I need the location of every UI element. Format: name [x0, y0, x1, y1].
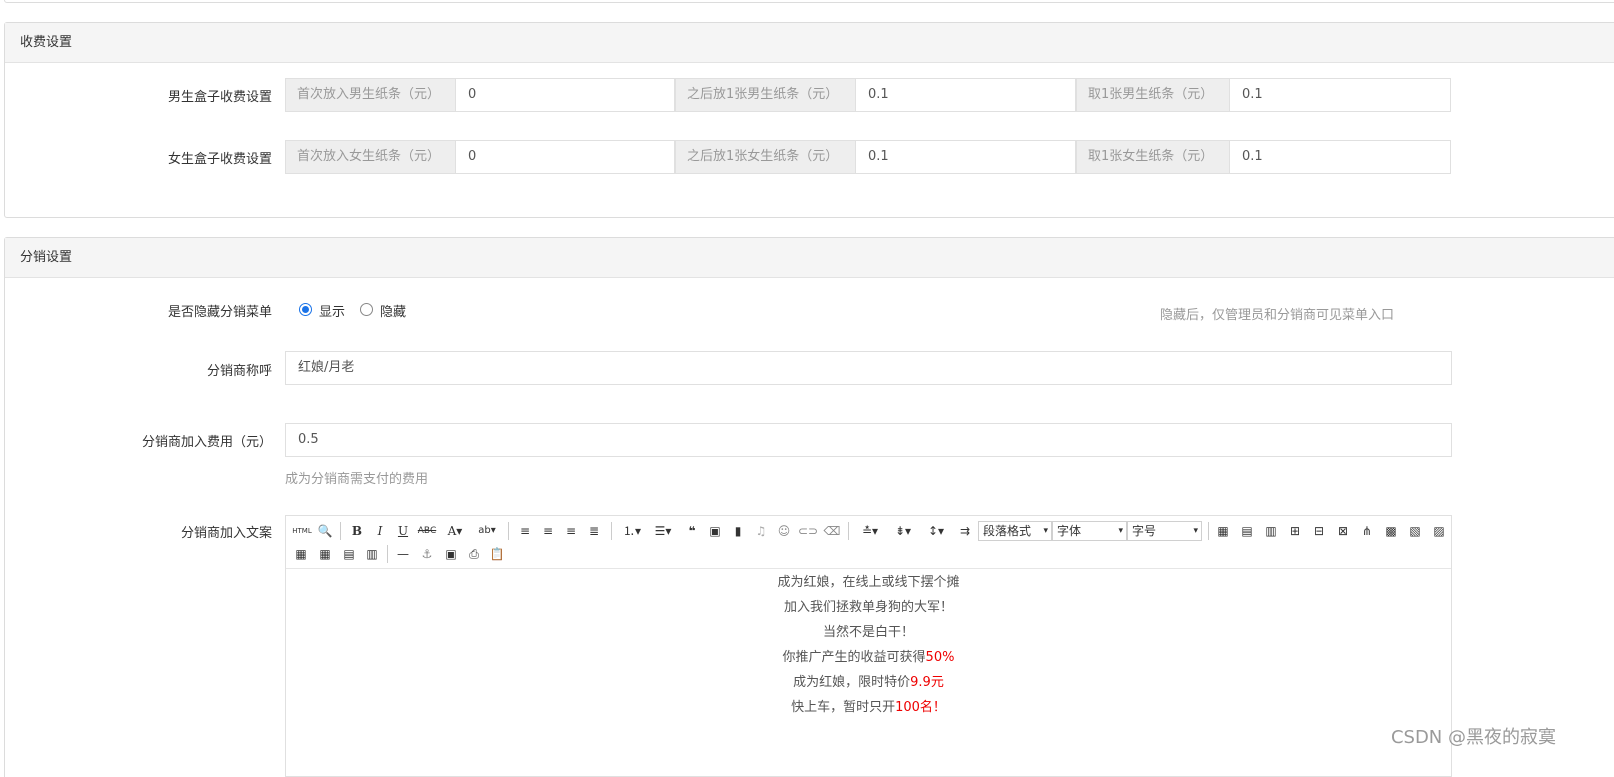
male-next-addon: 之后放1张男生纸条（元）	[675, 78, 856, 112]
split-cols-icon[interactable]: ▦	[316, 545, 334, 563]
copy-line: 加入我们拯救单身狗的大军！	[783, 600, 953, 615]
background-color-icon[interactable]: ab▾	[473, 522, 501, 540]
copy-line: 快上车，暂时只开100名！	[791, 700, 946, 715]
female-next-input[interactable]: 0.1	[855, 140, 1076, 174]
female-take-addon: 取1张女生纸条（元）	[1076, 140, 1230, 174]
female-first-addon: 首次放入女生纸条（元）	[285, 140, 456, 174]
fee-settings-panel: 收费设置	[4, 22, 1614, 218]
horizontal-rule-icon[interactable]: —	[394, 545, 412, 563]
hide-menu-label: 是否隐藏分销菜单	[167, 305, 272, 320]
merge-right-icon[interactable]: ▩	[1382, 522, 1400, 540]
unordered-list-icon[interactable]: ☰▾	[650, 522, 676, 540]
ordered-list-icon[interactable]: ⒈▾	[619, 522, 645, 540]
copy-line: 当然不是白干！	[822, 625, 914, 640]
split-cells-icon[interactable]: ▨	[1430, 522, 1448, 540]
hide-radio[interactable]	[360, 303, 373, 316]
join-copy-label: 分销商加入文案	[180, 526, 272, 541]
eraser-icon[interactable]: ⌫	[823, 522, 841, 540]
video-icon[interactable]: ▮	[729, 522, 747, 540]
distributor-name-label: 分销商称呼	[206, 364, 272, 379]
page-break-icon[interactable]: ▣	[442, 545, 460, 563]
delete-col-icon[interactable]: ▥	[363, 545, 381, 563]
female-box-fee-label: 女生盒子收费设置	[167, 152, 272, 167]
emoticon-icon[interactable]: ☺	[775, 522, 793, 540]
link-icon[interactable]: ⊂⊃	[798, 522, 818, 540]
join-fee-input[interactable]: 0.5	[285, 423, 1452, 457]
copy-line: 成为红娘，在线上或线下摆个摊	[777, 575, 960, 590]
insert-column-icon[interactable]: ⊠	[1334, 522, 1352, 540]
join-fee-label: 分销商加入费用（元）	[141, 435, 272, 450]
merge-cells-icon[interactable]: ⋔	[1358, 522, 1376, 540]
align-center-icon[interactable]: ≡	[539, 522, 557, 540]
hide-radio-label[interactable]: 隐藏	[380, 301, 406, 320]
align-left-icon[interactable]: ≡	[516, 522, 534, 540]
hide-menu-help: 隐藏后，仅管理员和分销商可见菜单入口	[1160, 308, 1395, 323]
indent-icon[interactable]: ≛▾	[856, 522, 884, 540]
insert-caption-icon[interactable]: ▥	[1262, 522, 1280, 540]
justify-icon[interactable]: ≣	[585, 522, 603, 540]
blockquote-icon[interactable]: ❝	[683, 522, 701, 540]
direction-icon[interactable]: ⇉	[956, 522, 974, 540]
anchor-icon[interactable]: ⚓	[418, 545, 436, 563]
male-take-addon: 取1张男生纸条（元）	[1076, 78, 1230, 112]
previous-panel-edge	[4, 0, 1614, 3]
copy-line: 你推广产生的收益可获得50%	[782, 650, 955, 665]
male-box-fee-label: 男生盒子收费设置	[167, 90, 272, 105]
female-first-input[interactable]: 0	[455, 140, 675, 174]
dist-panel-title: 分销设置	[5, 238, 1614, 278]
male-take-input[interactable]: 0.1	[1229, 78, 1451, 112]
show-radio[interactable]	[299, 303, 312, 316]
table-icon[interactable]: ▦	[1214, 522, 1232, 540]
join-fee-help: 成为分销商需支付的费用	[285, 472, 429, 487]
delete-row-icon[interactable]: ▤	[340, 545, 358, 563]
music-icon[interactable]: ♫	[752, 522, 770, 540]
insert-row-icon[interactable]: ⊟	[1310, 522, 1328, 540]
paragraph-spacing-icon[interactable]: ⇟▾	[889, 522, 917, 540]
line-height-icon[interactable]: ↕▾	[922, 522, 950, 540]
print-icon[interactable]: ⎙	[465, 545, 483, 563]
split-rows-icon[interactable]: ▦	[292, 545, 310, 563]
merge-down-icon[interactable]: ▧	[1406, 522, 1424, 540]
bold-icon[interactable]: B	[348, 522, 366, 540]
paste-icon[interactable]: 📋	[488, 545, 506, 563]
underline-icon[interactable]: U	[394, 522, 412, 540]
preview-icon[interactable]: 🔍	[316, 522, 334, 540]
strikethrough-icon[interactable]: ABC	[416, 522, 438, 540]
female-next-addon: 之后放1张女生纸条（元）	[675, 140, 856, 174]
table-properties-icon[interactable]: ▤	[1238, 522, 1256, 540]
editor-toolbar: HTML 🔍 B I U ABC A▾ ab▾ ≡ ≡ ≡ ≣ ⒈▾ ☰▾ ❝ …	[286, 516, 1451, 569]
rich-text-editor[interactable]: HTML 🔍 B I U ABC A▾ ab▾ ≡ ≡ ≡ ≣ ⒈▾ ☰▾ ❝ …	[285, 515, 1452, 777]
font-color-icon[interactable]: A▾	[442, 522, 468, 540]
italic-icon[interactable]: I	[371, 522, 389, 540]
editor-content[interactable]: 成为红娘，在线上或线下摆个摊 加入我们拯救单身狗的大军！ 当然不是白干！ 你推广…	[286, 570, 1451, 720]
paragraph-format-select[interactable]: 段落格式 ▾	[978, 521, 1052, 541]
align-right-icon[interactable]: ≡	[562, 522, 580, 540]
copy-line: 成为红娘，限时特价9.9元	[793, 675, 944, 690]
html-source-icon[interactable]: HTML	[292, 522, 312, 540]
font-size-select[interactable]: 字号 ▾	[1127, 521, 1202, 541]
male-first-input[interactable]: 0	[455, 78, 675, 112]
insert-row-above-icon[interactable]: ⊞	[1286, 522, 1304, 540]
watermark: CSDN @黑夜的寂寞	[1390, 727, 1556, 748]
image-icon[interactable]: ▣	[706, 522, 724, 540]
male-first-addon: 首次放入男生纸条（元）	[285, 78, 456, 112]
show-radio-label[interactable]: 显示	[319, 301, 345, 320]
male-next-input[interactable]: 0.1	[855, 78, 1076, 112]
distributor-name-input[interactable]: 红娘/月老	[285, 351, 1452, 385]
font-family-select[interactable]: 字体 ▾	[1052, 521, 1127, 541]
fee-panel-title: 收费设置	[5, 23, 1614, 63]
female-take-input[interactable]: 0.1	[1229, 140, 1451, 174]
